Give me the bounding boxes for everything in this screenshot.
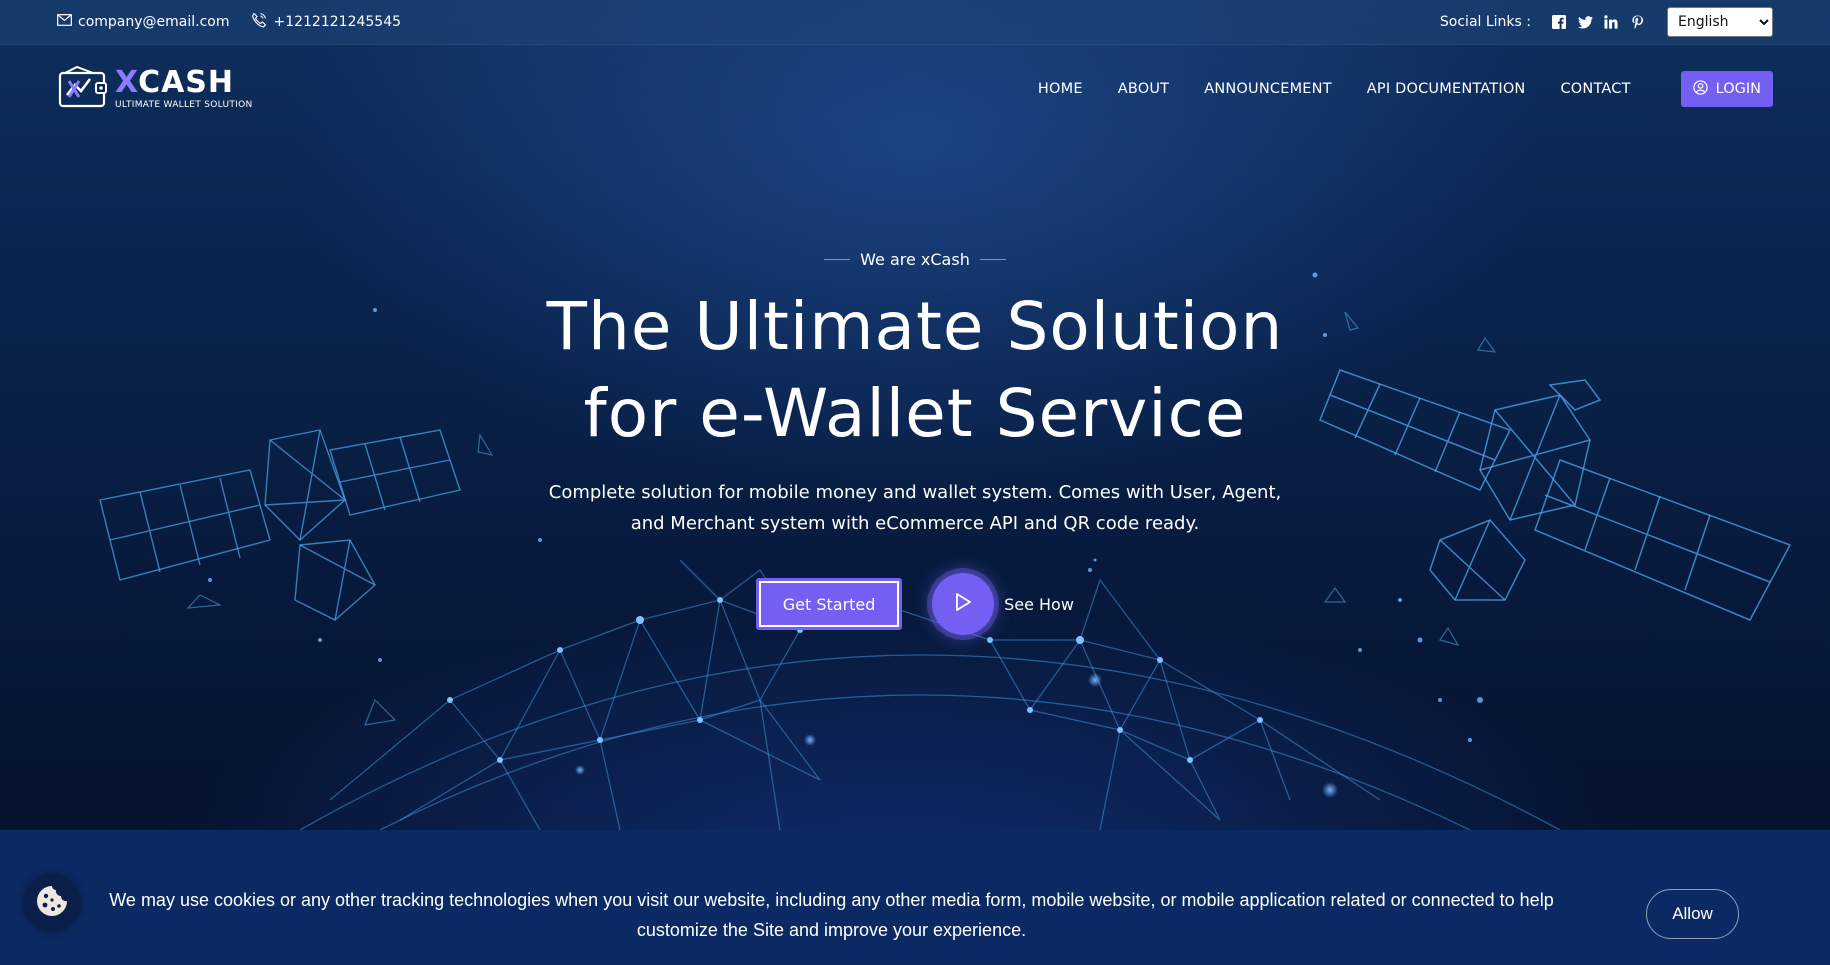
hero-description: Complete solution for mobile money and w… <box>548 482 1282 534</box>
envelope-icon <box>57 14 72 30</box>
hero-title-line-2: for e-Wallet Service <box>583 375 1247 452</box>
hero-actions: Get Started See How <box>756 573 1074 635</box>
cookie-banner: We may use cookies or any other tracking… <box>0 830 1830 965</box>
hero-title: The Ultimate Solution for e-Wallet Servi… <box>547 283 1284 457</box>
wallet-logo-icon <box>57 65 109 113</box>
top-bar: company@email.com +1212121245545 Social … <box>0 0 1830 45</box>
logo-name: XCASH <box>115 68 253 98</box>
site-logo[interactable]: XCASH ULTIMATE WALLET SOLUTION <box>57 65 253 113</box>
contact-info: company@email.com +1212121245545 <box>57 12 401 32</box>
logo-letters-cash: CASH <box>138 65 235 100</box>
logo-tagline: ULTIMATE WALLET SOLUTION <box>115 100 253 110</box>
see-how-link[interactable]: See How <box>1004 595 1074 614</box>
eyebrow-dash-right <box>979 259 1006 260</box>
email-contact[interactable]: company@email.com <box>57 14 229 30</box>
logo-text: XCASH ULTIMATE WALLET SOLUTION <box>115 68 253 110</box>
eyebrow-text: We are xCash <box>860 250 970 269</box>
logo-letter-x: X <box>115 65 139 100</box>
linkedin-icon[interactable] <box>1603 14 1619 30</box>
main-nav: HOME ABOUT ANNOUNCEMENT API DOCUMENTATIO… <box>1003 71 1773 107</box>
main-header: XCASH ULTIMATE WALLET SOLUTION HOME ABOU… <box>0 45 1830 133</box>
get-started-button[interactable]: Get Started <box>756 578 903 630</box>
login-label: LOGIN <box>1715 81 1761 97</box>
email-text: company@email.com <box>78 14 230 30</box>
nav-home[interactable]: HOME <box>1038 81 1083 97</box>
phone-contact[interactable]: +1212121245545 <box>251 12 401 32</box>
hero-eyebrow: We are xCash <box>824 250 1006 269</box>
user-circle-icon <box>1692 79 1708 99</box>
eyebrow-dash-left <box>824 259 851 260</box>
allow-cookies-button[interactable]: Allow <box>1646 889 1739 939</box>
nav-announcement[interactable]: ANNOUNCEMENT <box>1204 81 1332 97</box>
hero-section: We are xCash The Ultimate Solution for e… <box>0 250 1830 635</box>
cookie-icon[interactable] <box>24 873 80 929</box>
cookie-message: We may use cookies or any other tracking… <box>109 890 1554 940</box>
nav-about[interactable]: ABOUT <box>1118 81 1170 97</box>
nav-contact[interactable]: CONTACT <box>1560 81 1630 97</box>
nav-api-documentation[interactable]: API DOCUMENTATION <box>1367 81 1526 97</box>
phone-icon <box>251 12 267 32</box>
language-select[interactable]: English <box>1667 7 1773 37</box>
facebook-icon[interactable] <box>1551 14 1567 30</box>
pinterest-icon[interactable] <box>1629 14 1645 30</box>
login-button[interactable]: LOGIN <box>1680 71 1773 107</box>
hero-title-line-1: The Ultimate Solution <box>546 288 1284 365</box>
play-video-button[interactable] <box>932 573 995 635</box>
twitter-icon[interactable] <box>1577 14 1593 30</box>
play-icon <box>954 592 972 616</box>
phone-text: +1212121245545 <box>273 14 402 30</box>
social-links-label: Social Links : <box>1439 14 1531 30</box>
social-links: Social Links : English <box>1440 7 1773 37</box>
